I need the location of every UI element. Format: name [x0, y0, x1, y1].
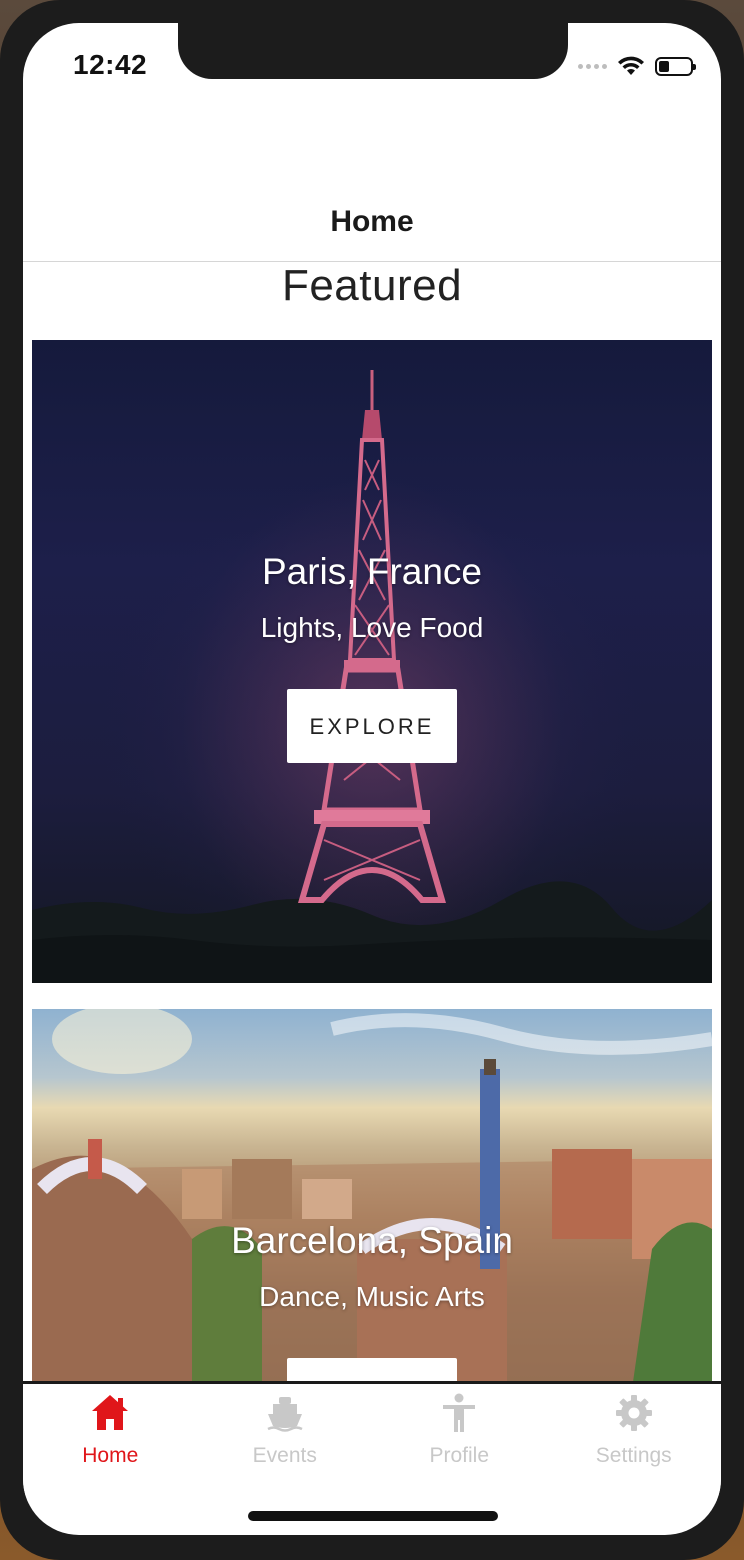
tab-label: Settings	[595, 1444, 672, 1467]
gear-icon	[615, 1395, 652, 1431]
tab-settings[interactable]: Settings	[547, 1384, 722, 1504]
tab-label: Home	[82, 1444, 139, 1467]
app-screen: 12:42 Home Featured Paris, France Lights…	[23, 23, 721, 1535]
tab-bar: Home Events Profile Settings	[23, 1384, 721, 1504]
page-title: Home	[330, 205, 414, 238]
card-subtitle: Lights, Love Food	[260, 612, 484, 643]
home-icon	[92, 1395, 129, 1430]
tab-home[interactable]: Home	[23, 1384, 198, 1504]
card-content: Paris, France Lights, Love Food EXPLORE	[32, 547, 712, 763]
status-time: 12:42	[73, 49, 148, 80]
person-icon	[443, 1393, 476, 1432]
tab-label: Profile	[429, 1444, 490, 1467]
explore-button[interactable]: EXPLORE	[287, 689, 457, 763]
wifi-icon	[618, 56, 644, 75]
tab-label: Events	[252, 1444, 317, 1467]
device-notch	[178, 23, 568, 79]
tab-events[interactable]: Events	[198, 1384, 373, 1504]
card-title: Barcelona, Spain	[231, 1220, 513, 1261]
featured-card-barcelona[interactable]: Barcelona, Spain Dance, Music Arts EXPLO…	[32, 1009, 712, 1389]
card-content: Barcelona, Spain Dance, Music Arts EXPLO…	[32, 1216, 712, 1389]
section-title: Featured	[281, 261, 463, 310]
card-subtitle: Dance, Music Arts	[259, 1281, 485, 1312]
ship-icon	[267, 1397, 303, 1432]
tab-profile[interactable]: Profile	[372, 1384, 547, 1504]
home-indicator[interactable]	[248, 1511, 498, 1521]
featured-card-paris[interactable]: Paris, France Lights, Love Food EXPLORE	[32, 340, 712, 983]
device-frame: 12:42 Home Featured Paris, France Lights…	[0, 0, 744, 1560]
card-title: Paris, France	[261, 551, 482, 592]
battery-icon	[655, 56, 696, 76]
status-icons	[578, 55, 696, 77]
cellular-signal-icon	[578, 63, 607, 69]
